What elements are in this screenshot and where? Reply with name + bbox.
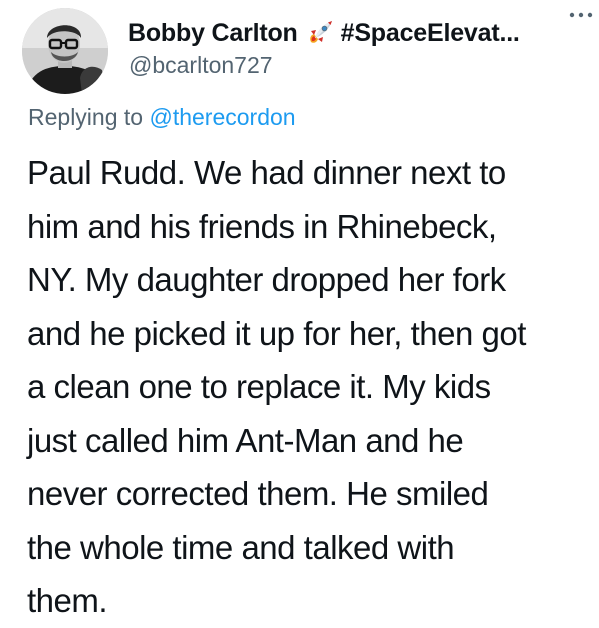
display-hashtag[interactable]: #SpaceElevat... [341,19,520,48]
reply-context: Replying to @therecordon [28,104,296,131]
tweet: Bobby Carlton #SpaceElevat... @bcarlton7… [0,0,599,619]
tweet-text-line: Paul Rudd. We had dinner next to [27,154,506,191]
reply-prefix: Replying to [28,104,144,130]
rocket-icon [305,18,335,48]
tweet-text-line: a clean one to replace it. My kids [27,368,491,405]
avatar[interactable] [22,8,108,94]
tweet-text-line: and he picked it up for her, then got [27,314,526,352]
tweet-text: Paul Rudd. We had dinner next to him and… [27,146,592,628]
tweet-text-line: just called him Ant-Man and he [27,421,464,459]
tweet-text-line: them. [27,582,108,619]
tweet-text-line: never corrected them. He smiled [27,475,489,512]
author-line: Bobby Carlton #SpaceElevat... [128,16,589,50]
profile-photo-icon [22,8,108,94]
tweet-text-line: the whole time and talked with [27,528,455,566]
ellipsis-icon[interactable] [567,8,595,22]
reply-target-link[interactable]: @therecordon [149,104,295,130]
tweet-text-line: NY. My daughter dropped her fork [27,261,506,298]
author-handle[interactable]: @bcarlton727 [129,52,273,79]
tweet-text-line: him and his friends in Rhinebeck, [27,207,497,245]
display-name[interactable]: Bobby Carlton [128,19,298,48]
